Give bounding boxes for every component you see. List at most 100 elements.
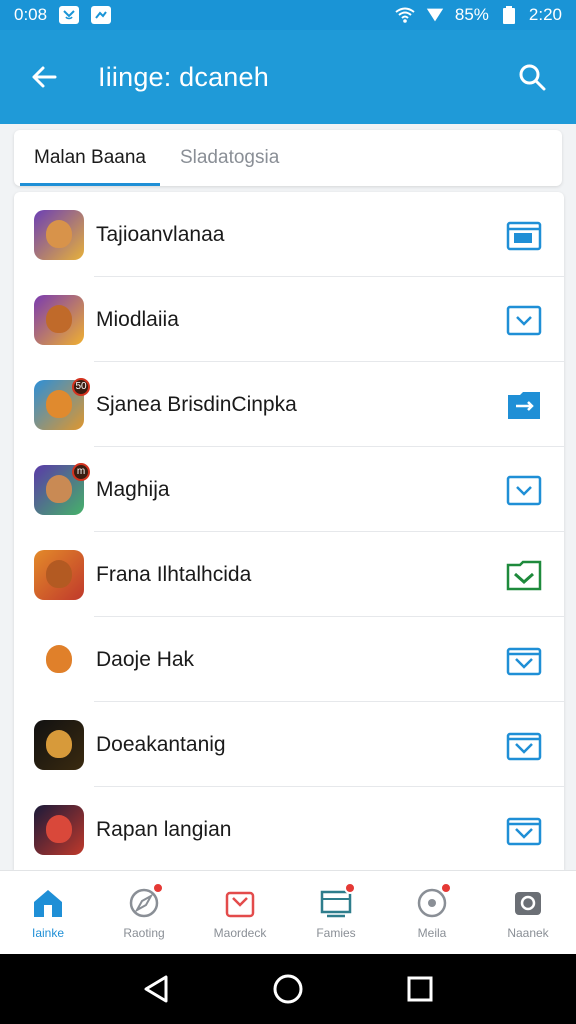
square-recents-icon (407, 976, 433, 1002)
download-box-button[interactable] (504, 725, 544, 765)
app-name: Daoje Hak (96, 647, 195, 671)
app-name: Sjanea BrisdinCinpka (96, 392, 297, 416)
system-back-button[interactable] (136, 969, 176, 1009)
app-icon (34, 634, 84, 685)
chevron-box-icon (506, 305, 542, 335)
notification-dot (152, 881, 164, 894)
circle-home-icon (273, 974, 303, 1004)
search-icon (519, 64, 546, 91)
folder-icon (506, 221, 542, 250)
list-item[interactable]: Miodlaiia (14, 277, 564, 362)
page-title: Iiinge: dcaneh (98, 61, 269, 92)
nav-item[interactable]: Famies (288, 871, 384, 954)
list-item[interactable]: Rapan langian (14, 787, 564, 870)
app-icon (34, 804, 84, 855)
app-icon: 50 (34, 377, 90, 430)
app-name: Frana Ilhtalhcida (96, 562, 252, 586)
list-item[interactable]: m Maghija (14, 447, 564, 532)
download-box-button[interactable] (504, 640, 544, 680)
signal-icon (425, 6, 445, 24)
nav-item[interactable]: Iainke (0, 871, 96, 954)
folder-filled-icon (508, 391, 540, 419)
app-character-icon (46, 304, 72, 333)
triangle-back-icon (144, 975, 168, 1003)
chevron-box-button[interactable] (504, 470, 544, 510)
notification-dot (440, 881, 452, 894)
status-time: 0:08 (14, 5, 48, 24)
status-clock: 2:20 (528, 5, 562, 24)
list-item[interactable]: 50 Sjanea BrisdinCinpka (14, 362, 564, 447)
app-character-icon (46, 474, 72, 503)
app-character-icon (46, 219, 72, 248)
camera-icon (510, 886, 546, 920)
app-name: Miodlaiia (96, 307, 179, 331)
nav-label: Naanek (507, 925, 549, 940)
disc-icon (414, 881, 452, 920)
download-box-icon (506, 647, 542, 675)
notification-dot (344, 881, 356, 894)
compass-icon (126, 881, 164, 920)
list-item[interactable]: Tajioanvlanaa (14, 192, 564, 277)
nav-item[interactable]: Meila (384, 871, 480, 954)
app-list: Tajioanvlanaa Miodlaiia 50 Sjanea BrisdinCi… (14, 192, 564, 870)
status-right: 85% 2:20 (395, 5, 562, 25)
nav-label: Meila (417, 925, 447, 940)
inbox-icon (318, 881, 356, 920)
app-icon (34, 294, 84, 345)
nav-item[interactable]: Raoting (96, 871, 192, 954)
app-badge: m (72, 462, 90, 481)
app-character-icon (46, 644, 72, 673)
app-icon (34, 549, 84, 600)
app-name: Rapan langian (96, 817, 232, 841)
app-icon (34, 209, 84, 260)
nav-item[interactable]: Naanek (480, 871, 576, 954)
app-bar: Iiinge: dcaneh (0, 30, 576, 124)
app-character-icon (46, 559, 72, 588)
tab-bar: Malan Baana Sladatogsia (14, 130, 562, 186)
system-navigation-bar (0, 954, 576, 1024)
app-icon: m (34, 462, 90, 515)
tab-malan-baana[interactable]: Malan Baana (20, 130, 160, 186)
app-name: Doeakantanig (96, 732, 226, 756)
app-character-icon (46, 389, 72, 418)
mail-notification-icon (59, 6, 80, 24)
nav-label: Raoting (123, 925, 165, 940)
chevron-box-button[interactable] (504, 300, 544, 340)
battery-icon (499, 6, 519, 24)
status-left: 0:08 (14, 5, 112, 25)
download-box-icon (506, 817, 542, 845)
list-item[interactable]: Frana Ilhtalhcida (14, 532, 564, 617)
folder-filled-button[interactable] (504, 385, 544, 425)
store-icon (222, 886, 258, 920)
list-item[interactable]: Daoje Hak (14, 617, 564, 702)
back-button[interactable] (24, 57, 64, 97)
search-button[interactable] (512, 57, 552, 97)
folder-button[interactable] (504, 215, 544, 255)
photo-notification-icon (91, 6, 112, 24)
app-name: Maghija (96, 477, 170, 501)
bottom-navigation: Iainke Raoting Maordeck Famies Meila Naanek (0, 870, 576, 954)
nav-label: Iainke (31, 925, 65, 940)
app-badge: 50 (72, 377, 90, 396)
system-recents-button[interactable] (400, 969, 440, 1009)
app-character-icon (46, 729, 72, 758)
status-bar: 0:08 85% 2:20 (0, 0, 576, 30)
home-icon (30, 886, 66, 920)
tab-sladatogsia[interactable]: Sladatogsia (166, 130, 293, 186)
app-name: Tajioanvlanaa (96, 222, 225, 246)
system-home-button[interactable] (268, 969, 308, 1009)
download-box-icon (506, 732, 542, 760)
download-folder-icon (506, 560, 542, 590)
nav-label: Maordeck (213, 925, 267, 940)
download-folder-button[interactable] (504, 555, 544, 595)
wifi-icon (395, 6, 415, 24)
nav-label: Famies (316, 925, 356, 940)
download-box-button[interactable] (504, 810, 544, 850)
arrow-left-icon (32, 66, 57, 88)
battery-percent: 85% (454, 5, 489, 24)
nav-item[interactable]: Maordeck (192, 871, 288, 954)
app-icon (34, 719, 84, 770)
app-character-icon (46, 814, 72, 843)
list-item[interactable]: Doeakantanig (14, 702, 564, 787)
chevron-box-icon (506, 475, 542, 505)
